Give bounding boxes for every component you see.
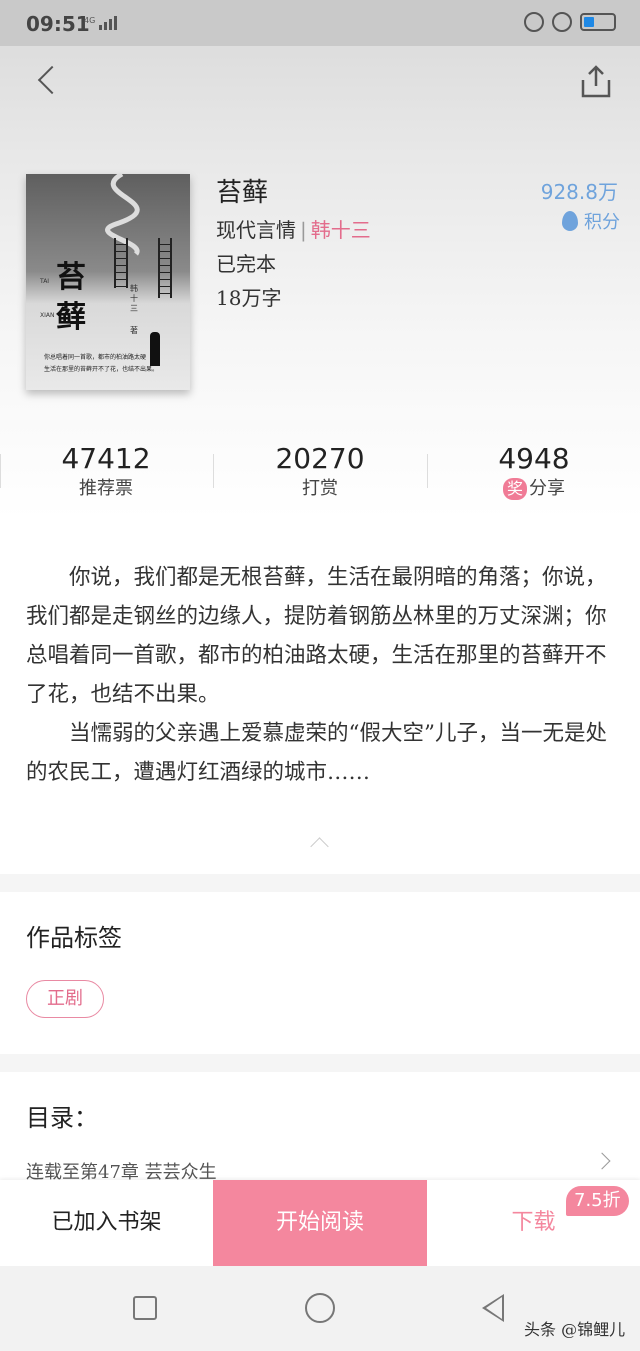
section-divider: [0, 874, 640, 892]
network-type: 4G: [84, 16, 96, 25]
toc-title: 目录：: [26, 1104, 98, 1132]
stat-share[interactable]: 4948 奖分享: [428, 442, 640, 502]
alarm-icon: [552, 12, 572, 32]
synopsis-paragraph: 当懦弱的父亲遇上爱慕虚荣的“假大空”儿子，当一无是处的农民工，遭遇灯红酒绿的城市…: [26, 721, 607, 785]
cover-author-suffix: 著: [130, 326, 138, 335]
added-to-shelf-button[interactable]: 已加入书架: [0, 1180, 213, 1266]
synopsis-paragraph: 你说，我们都是无根苔藓，生活在最阴暗的角落；你说，我们都是走钢丝的边缘人，提防着…: [26, 565, 607, 707]
ladder-graphic: [114, 238, 128, 288]
back-arrow-icon[interactable]: [28, 62, 68, 102]
chevron-right-icon[interactable]: [598, 1150, 614, 1172]
chevron-up-icon[interactable]: [310, 836, 330, 848]
book-status: 已完本: [216, 252, 276, 276]
cover-tagline-2: 生活在那里的苔藓开不了花，也结不出果。: [44, 366, 159, 373]
flame-icon: [562, 211, 578, 231]
stats-row: 47412 推荐票 20270 打赏 4948 奖分享: [0, 442, 640, 506]
lock-rotation-icon: [524, 12, 544, 32]
score-value: 928.8万: [540, 180, 618, 204]
book-genre-author: 现代言情 | 韩十三: [216, 214, 371, 243]
cover-title: 苔 藓: [56, 260, 86, 335]
stat-value: 20270: [275, 442, 365, 475]
ladder-graphic: [158, 238, 172, 298]
tag-pill[interactable]: 正剧: [26, 980, 104, 1018]
stat-recommend[interactable]: 47412 推荐票: [0, 442, 212, 502]
stat-label-group: 奖分享: [428, 476, 640, 502]
stat-reward[interactable]: 20270 打赏: [214, 442, 426, 502]
genre-label: 现代言情: [216, 218, 296, 242]
watermark: 头条 @锦鲤儿: [524, 1320, 626, 1339]
share-icon[interactable]: [576, 62, 616, 102]
cover-pinyin-bottom: XIAN: [40, 312, 55, 319]
score-label: 积分: [584, 212, 620, 233]
separator: |: [300, 218, 307, 242]
word-count: 18万字: [216, 286, 282, 310]
start-reading-button[interactable]: 开始阅读: [213, 1180, 427, 1266]
discount-badge: 7.5折: [566, 1186, 629, 1216]
status-time: 09:51: [26, 12, 90, 36]
home-icon[interactable]: [305, 1293, 335, 1323]
book-cover[interactable]: TAI XIAN 苔 藓 韩十三 著 你总唱着同一首歌，都市的柏油路太硬 生活在…: [26, 174, 190, 390]
stat-label: 打赏: [302, 478, 338, 499]
author-link[interactable]: 韩十三: [311, 218, 371, 242]
stat-label: 推荐票: [79, 478, 133, 499]
score-label-group[interactable]: 积分: [562, 208, 620, 234]
book-title: 苔藓: [216, 178, 269, 208]
cover-pinyin-top: TAI: [40, 278, 50, 285]
section-divider: [0, 1054, 640, 1072]
status-icons: [524, 12, 616, 32]
synopsis: 你说，我们都是无根苔藓，生活在最阴暗的角落；你说，我们都是走钢丝的边缘人，提防着…: [26, 558, 616, 792]
stat-value: 47412: [61, 442, 151, 475]
battery-icon: [580, 13, 616, 31]
prize-badge: 奖: [502, 478, 527, 500]
recent-apps-icon[interactable]: [133, 1296, 157, 1320]
person-silhouette: [150, 332, 160, 366]
tags-section-title: 作品标签: [26, 924, 122, 952]
cover-tagline-1: 你总唱着同一首歌，都市的柏油路太硬: [44, 354, 147, 361]
status-bar: 09:51 4G: [0, 0, 640, 46]
bottom-action-bar: 已加入书架 开始阅读 下载: [0, 1180, 640, 1266]
cover-author: 韩十三: [130, 284, 138, 313]
back-triangle-icon[interactable]: [482, 1294, 504, 1322]
stat-label: 分享: [529, 478, 565, 499]
stat-value: 4948: [498, 442, 570, 475]
signal-icon: 4G: [84, 16, 118, 30]
